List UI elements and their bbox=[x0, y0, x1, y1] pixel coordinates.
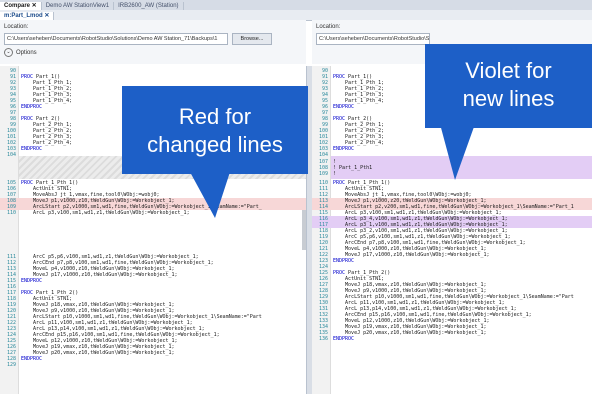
red-callout-line-1: Red for bbox=[178, 104, 252, 129]
violet-callout-line-1: Violet for bbox=[465, 58, 552, 83]
violet-callout-line-2: new lines bbox=[462, 86, 555, 111]
red-callout-line-2: changed lines bbox=[147, 132, 283, 157]
red-callout-box: Red for changed lines bbox=[122, 86, 308, 174]
violet-callout-box: Violet for new lines bbox=[425, 44, 592, 128]
red-callout-pointer bbox=[190, 172, 230, 218]
violet-callout-pointer bbox=[440, 124, 475, 180]
